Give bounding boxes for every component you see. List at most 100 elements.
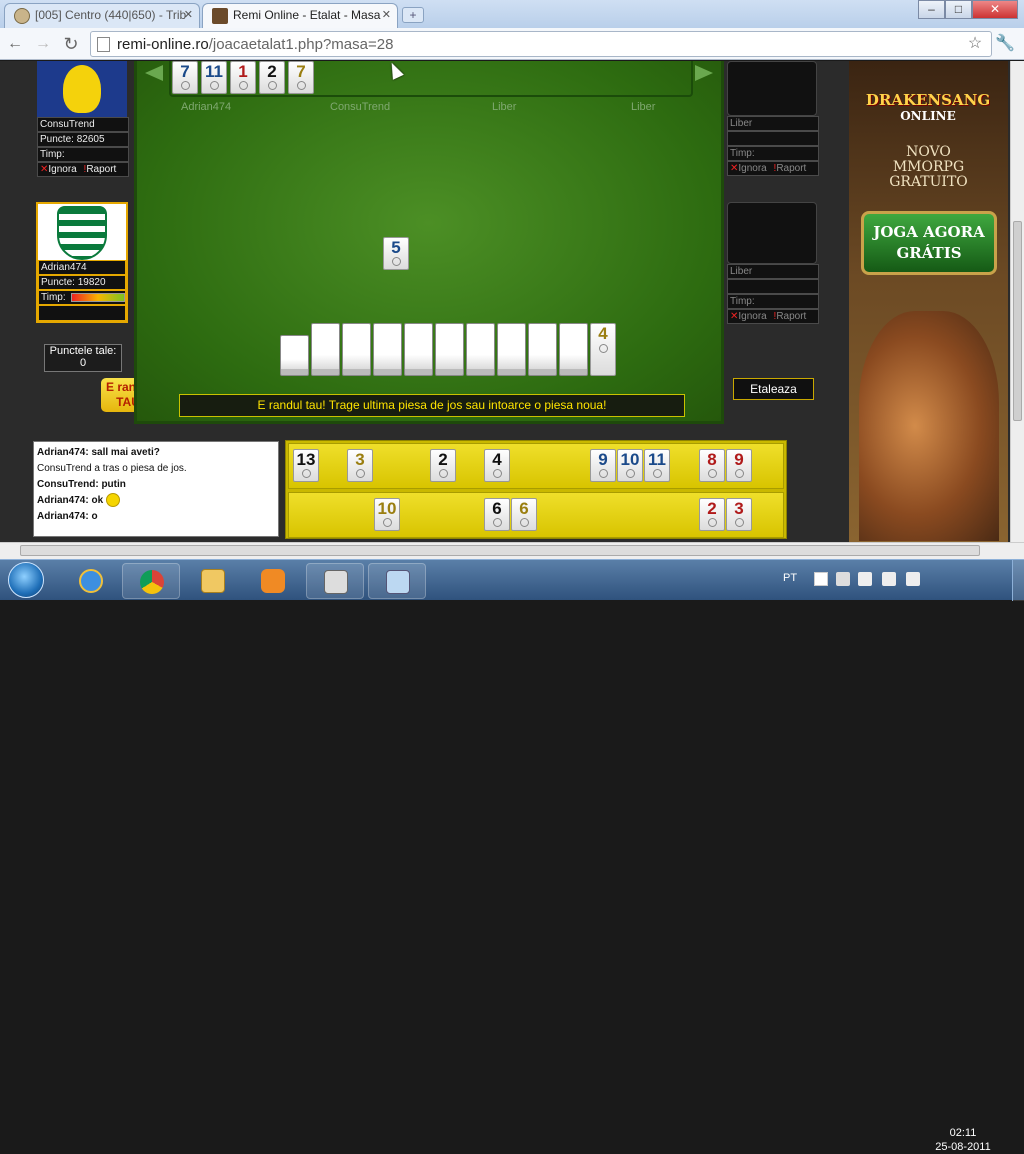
face-down-tile[interactable] xyxy=(528,323,557,376)
seat-time: Timp: xyxy=(727,294,819,309)
tile[interactable]: 6 xyxy=(511,498,537,531)
taskbar-chrome[interactable] xyxy=(122,563,180,599)
face-down-tile[interactable] xyxy=(466,323,495,376)
taskbar-clock[interactable]: 02:11 25-08-2011 xyxy=(930,1126,996,1154)
tray-action-center-icon[interactable] xyxy=(836,572,850,586)
tile[interactable]: 2 xyxy=(430,449,456,482)
tile[interactable]: 9 xyxy=(726,449,752,482)
tile-dot-icon xyxy=(268,81,277,90)
tile[interactable]: 10 xyxy=(617,449,643,482)
tile-number: 10 xyxy=(620,450,640,469)
tile-dot-icon xyxy=(439,469,448,478)
tile[interactable]: 7 xyxy=(172,61,198,94)
face-down-tile[interactable] xyxy=(559,323,588,376)
scroll-thumb[interactable] xyxy=(1013,221,1022,421)
tile-number: 11 xyxy=(205,62,223,81)
face-down-tile[interactable] xyxy=(404,323,433,376)
tile-dot-icon xyxy=(383,518,392,527)
center-tile[interactable]: 5 xyxy=(383,237,409,270)
tile[interactable]: 1 xyxy=(230,61,256,94)
minimize-button[interactable]: – xyxy=(918,0,945,19)
tile[interactable]: 6 xyxy=(484,498,510,531)
face-down-tile[interactable] xyxy=(311,323,340,376)
chat-log: Adrian474: sall mai aveti? ConsuTrend a t… xyxy=(33,441,279,537)
language-indicator[interactable]: PT xyxy=(783,572,797,584)
start-orb-icon[interactable] xyxy=(8,562,44,598)
tile[interactable]: 7 xyxy=(288,61,314,94)
reload-icon[interactable]: ↻ xyxy=(60,34,82,54)
face-down-tile[interactable] xyxy=(497,323,526,376)
wrench-menu-icon[interactable]: 🔧 xyxy=(994,34,1016,54)
tile[interactable]: 13 xyxy=(293,449,319,482)
report-link[interactable]: Raport xyxy=(86,164,116,175)
face-down-tile[interactable] xyxy=(280,335,309,376)
ad-banner[interactable]: DRAKENSANG ONLINE NOVO MMORPG GRATUITO JOG… xyxy=(849,61,1008,542)
tile-number: 2 xyxy=(267,62,277,81)
horizontal-scrollbar[interactable] xyxy=(0,542,1024,559)
chat-message: ConsuTrend a tras o piesa de jos. xyxy=(37,461,275,477)
taskbar-explorer[interactable] xyxy=(184,563,242,599)
ignore-link[interactable]: Ignora xyxy=(48,164,76,175)
back-arrow-icon[interactable]: ← xyxy=(4,34,26,54)
tile[interactable]: 3 xyxy=(726,498,752,531)
show-desktop-button[interactable] xyxy=(1012,560,1024,601)
tile[interactable]: 2 xyxy=(699,498,725,531)
report-link[interactable]: Raport xyxy=(776,163,806,174)
tile[interactable]: 2 xyxy=(259,61,285,94)
bookmark-star-icon[interactable]: ☆ xyxy=(964,34,986,54)
face-down-tile[interactable] xyxy=(435,323,464,376)
address-bar[interactable]: remi-online.ro/joacaetalat1.php?masa=28 xyxy=(90,31,992,57)
etaleaza-button[interactable]: Etaleaza xyxy=(733,378,814,400)
report-link[interactable]: Raport xyxy=(776,311,806,322)
tile[interactable]: 11 xyxy=(644,449,670,482)
ignore-link[interactable]: Ignora xyxy=(738,311,766,322)
taskbar-ie[interactable] xyxy=(62,563,120,599)
browser-tab-inactive[interactable]: [005] Centro (440|650) - Trib ✕ xyxy=(4,3,200,28)
tile[interactable]: 11 xyxy=(201,61,227,94)
maximize-button[interactable]: □ xyxy=(945,0,972,19)
tile[interactable]: 9 xyxy=(590,449,616,482)
forward-arrow-icon[interactable]: → xyxy=(32,34,54,54)
remi-favicon-icon xyxy=(212,8,228,24)
taskbar-media[interactable] xyxy=(244,563,302,599)
browser-toolbar: ← → ↻ remi-online.ro/joacaetalat1.php?ma… xyxy=(0,28,1024,60)
face-down-tile[interactable] xyxy=(342,323,371,376)
tile-dot-icon xyxy=(493,518,502,527)
ad-cta-button[interactable]: JOGA AGORA GRÁTIS xyxy=(861,211,997,275)
tray-flag-icon[interactable] xyxy=(814,572,828,586)
scroll-left-arrow-icon[interactable] xyxy=(145,65,163,81)
scroll-right-arrow-icon[interactable] xyxy=(695,65,713,81)
tray-volume-muted-icon[interactable] xyxy=(906,572,920,586)
seat-actions: ✕Ignora !Raport xyxy=(727,161,819,176)
tile-number: 7 xyxy=(296,62,306,81)
browser-tab-active[interactable]: Remi Online - Etalat - Masa ✕ xyxy=(202,3,398,28)
chrome-icon xyxy=(140,570,164,594)
tile[interactable]: 8 xyxy=(699,449,725,482)
taskbar-notepad[interactable] xyxy=(368,563,426,599)
stock-top-tile[interactable]: 4 xyxy=(590,323,616,376)
avatar xyxy=(727,202,817,264)
tray-network-icon[interactable] xyxy=(882,572,896,586)
tile[interactable]: 10 xyxy=(374,498,400,531)
tile[interactable]: 3 xyxy=(347,449,373,482)
windows-taskbar: PT 02:11 25-08-2011 xyxy=(0,559,1024,1153)
tile[interactable]: 4 xyxy=(484,449,510,482)
tab-label: [005] Centro (440|650) - Trib xyxy=(35,8,187,22)
scroll-thumb[interactable] xyxy=(20,545,980,556)
tile-dot-icon xyxy=(653,469,662,478)
taskbar-camera[interactable] xyxy=(306,563,364,599)
tray-device-icon[interactable] xyxy=(858,572,872,586)
new-tab-button[interactable]: + xyxy=(402,7,424,23)
ignore-link[interactable]: Ignora xyxy=(738,163,766,174)
your-points-box: Punctele tale: 0 xyxy=(44,344,122,372)
close-window-button[interactable]: ✕ xyxy=(972,0,1018,19)
face-down-tile[interactable] xyxy=(373,323,402,376)
tile-number: 10 xyxy=(377,499,397,518)
media-player-icon xyxy=(261,569,285,593)
vertical-scrollbar[interactable] xyxy=(1010,61,1024,542)
close-tab-icon[interactable]: ✕ xyxy=(382,8,391,21)
seat-name: Liber xyxy=(727,116,819,131)
close-tab-icon[interactable]: ✕ xyxy=(184,8,193,21)
tile-number: 4 xyxy=(598,324,608,343)
page-icon xyxy=(97,37,110,52)
